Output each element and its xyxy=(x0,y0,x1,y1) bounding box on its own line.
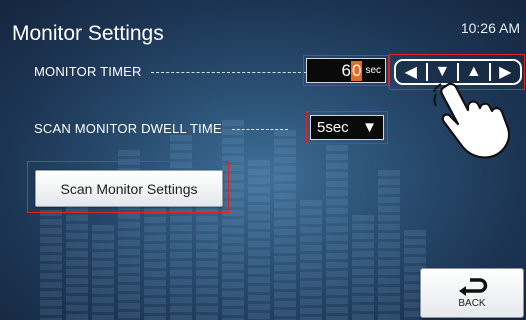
dwell-time-label: SCAN MONITOR DWELL TIME xyxy=(34,121,222,136)
monitor-timer-row: MONITOR TIMER xyxy=(34,64,312,79)
clock: 10:26 AM xyxy=(460,20,520,36)
return-arrow-icon xyxy=(459,277,488,296)
dwell-time-row: SCAN MONITOR DWELL TIME xyxy=(34,121,288,136)
dwell-highlight xyxy=(306,111,388,144)
pointing-hand-icon xyxy=(433,82,510,159)
monitor-timer-label: MONITOR TIMER xyxy=(34,64,142,79)
page-title: Monitor Settings xyxy=(12,22,164,45)
timer-highlight xyxy=(303,55,389,86)
back-button[interactable]: BACK xyxy=(420,268,524,318)
leader-dashes xyxy=(151,72,312,74)
scan-button-highlight xyxy=(27,161,229,213)
leader-dashes xyxy=(231,129,288,131)
back-label: BACK xyxy=(458,297,486,309)
